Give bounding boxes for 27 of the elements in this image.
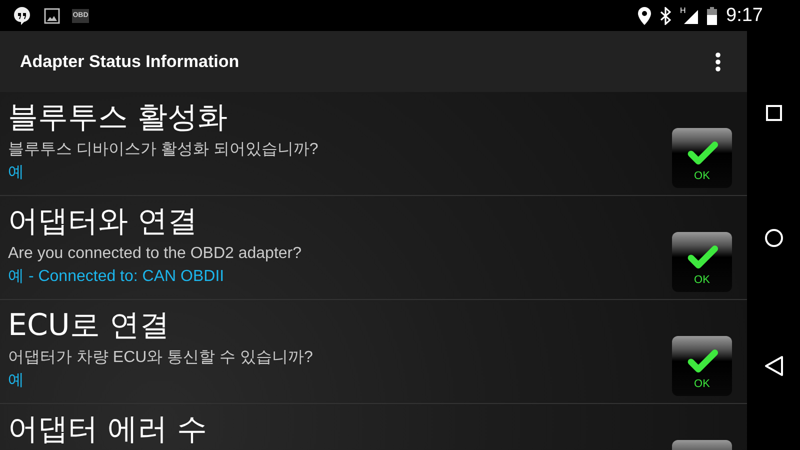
item-answer: 예 - Connected to: CAN OBDII	[8, 267, 226, 287]
clock-time: 9:17	[726, 4, 763, 26]
item-answer: 예	[8, 371, 25, 391]
item-title: 어댑터와 연결	[8, 204, 199, 240]
triangle-icon	[764, 354, 784, 376]
image-icon	[44, 8, 60, 24]
home-button[interactable]	[764, 228, 784, 248]
app-bar-title: Adapter Status Information	[20, 52, 240, 72]
badge-label: OK	[694, 378, 710, 390]
item-question: 어댑터가 차량 ECU와 통신할 수 있습니까?	[8, 348, 314, 368]
more-options-icon	[715, 52, 721, 72]
badge-label: OK	[694, 170, 710, 182]
badge-label: OK	[694, 274, 710, 286]
circle-icon	[764, 228, 784, 248]
square-icon	[766, 104, 782, 120]
battery-icon	[707, 6, 718, 24]
back-button[interactable]	[764, 354, 784, 376]
location-icon	[638, 6, 652, 24]
chat-bubble-icon	[12, 6, 32, 26]
item-answer: 예	[8, 163, 25, 183]
item-title: 어댑터 에러 수	[8, 412, 208, 448]
item-title: 블루투스 활성화	[8, 100, 229, 136]
item-question: 블루투스 디바이스가 활성화 되어있습니까?	[8, 140, 320, 160]
recents-button[interactable]	[766, 104, 782, 120]
item-title: ECU로 연결	[8, 308, 170, 344]
bluetooth-icon	[660, 6, 672, 24]
item-question: Are you connected to the OBD2 adapter?	[8, 244, 303, 264]
